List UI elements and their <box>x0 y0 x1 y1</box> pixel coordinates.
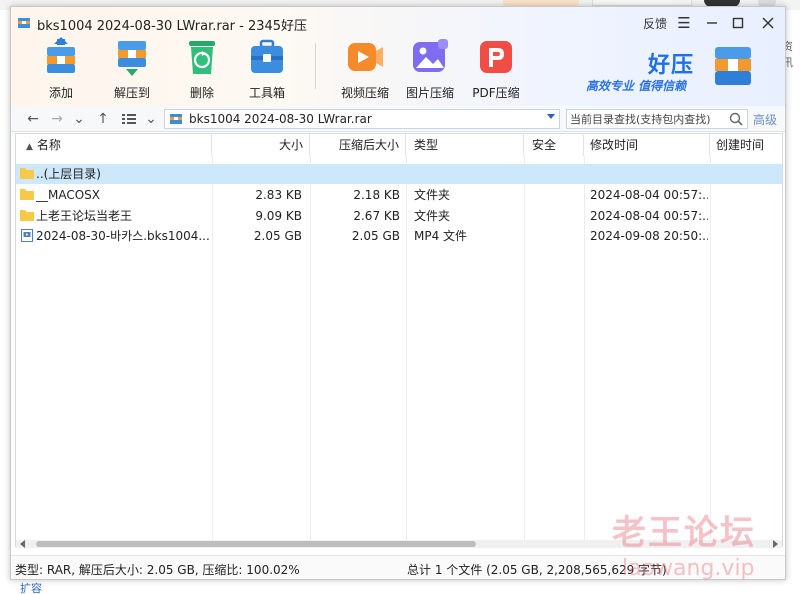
video-compress-button[interactable]: 视频压缩 <box>336 37 394 101</box>
archive-app-icon <box>18 18 30 28</box>
brand-slogan: 高效专业 值得信赖 <box>586 79 687 93</box>
column-header-security[interactable]: 安全 <box>524 134 584 156</box>
column-header-packed[interactable]: 压缩后大小 <box>310 134 406 156</box>
toolbar-label: 解压到 <box>113 86 150 100</box>
sort-up-icon: ▲ <box>26 142 33 152</box>
delete-button[interactable]: 删除 <box>173 37 231 101</box>
scrollbar-thumb[interactable] <box>36 541 476 547</box>
video-compress-icon <box>348 43 383 71</box>
add-button[interactable]: 添加 <box>32 37 90 101</box>
window-header: bks1004 2024-08-30 LWrar.rar - 2345好压 反馈… <box>11 7 785 106</box>
view-mode-icon[interactable] <box>119 109 139 129</box>
file-name: 2024-08-30-바카스.bks1004.... <box>36 229 210 243</box>
menu-icon[interactable]: ☰ <box>673 13 695 33</box>
image-compress-button[interactable]: 图片压缩 <box>401 37 459 101</box>
column-label: 名称 <box>36 138 61 152</box>
back-icon[interactable]: ← <box>23 109 43 129</box>
file-size: 9.09 KB <box>255 209 302 223</box>
file-modified: 2024-09-08 20:50:... <box>590 229 708 243</box>
search-icon[interactable] <box>729 112 743 126</box>
toolbar-label: 删除 <box>189 86 214 100</box>
table-row[interactable]: 上老王论坛当老王 9.09 KB 2.67 KB 文件夹 2024-08-04 … <box>16 206 782 226</box>
file-modified: 2024-08-04 00:57:... <box>590 209 708 223</box>
file-size: 2.05 GB <box>253 229 302 243</box>
table-row[interactable]: __MACOSX 2.83 KB 2.18 KB 文件夹 2024-08-04 … <box>16 185 782 205</box>
search-box <box>566 109 748 129</box>
folder-icon <box>20 210 34 221</box>
file-type: 文件夹 <box>414 209 451 223</box>
maximize-button[interactable] <box>727 13 749 33</box>
file-name: 上老王论坛当老王 <box>36 209 133 223</box>
toolbox-button[interactable]: 工具箱 <box>238 37 296 101</box>
address-path: bks1004 2024-08-30 LWrar.rar <box>189 112 372 126</box>
archive-window: bks1004 2024-08-30 LWrar.rar - 2345好压 反馈… <box>10 6 786 580</box>
brand-logo-icon <box>715 47 751 85</box>
folder-icon <box>20 168 34 179</box>
toolbox-icon <box>251 39 283 73</box>
image-compress-icon <box>413 39 448 72</box>
archive-info: 类型: RAR, 解压后大小: 2.05 GB, 压缩比: 100.02% <box>15 563 300 577</box>
feedback-link[interactable]: 反馈 <box>643 15 667 32</box>
toolbar-label: PDF压缩 <box>472 86 520 100</box>
search-input[interactable] <box>567 110 727 128</box>
brand-name: 好压 <box>648 53 695 78</box>
column-header-type[interactable]: 类型 <box>406 134 524 156</box>
folder-icon <box>20 189 34 200</box>
add-archive-icon <box>47 37 75 73</box>
toolbar-separator <box>315 43 316 89</box>
scroll-right-icon[interactable] <box>773 540 778 548</box>
toolbar-label: 添加 <box>48 86 73 100</box>
navigation-bar: ← → ⌄ ↑ ⌄ bks1004 2024-08-30 LWrar.rar 高… <box>11 106 785 132</box>
column-header-size[interactable]: 大小 <box>212 134 310 156</box>
archive-file-icon <box>170 114 182 124</box>
file-type: 文件夹 <box>414 188 451 202</box>
watermark-url: laowang.vip <box>622 556 755 581</box>
watermark: 老王论坛 <box>612 513 756 553</box>
column-header-modified[interactable]: 修改时间 <box>584 134 710 156</box>
file-list: ▲ 名称 大小 压缩后大小 类型 安全 修改时间 创建时间 ..(上层目录) __… <box>15 133 783 548</box>
table-header: ▲ 名称 大小 压缩后大小 类型 安全 修改时间 创建时间 <box>16 134 782 156</box>
column-header-created[interactable]: 创建时间 <box>710 134 782 156</box>
table-row[interactable]: 2024-08-30-바카스.bks1004.... 2.05 GB 2.05 … <box>16 226 782 246</box>
file-packed-size: 2.67 KB <box>353 209 400 223</box>
recycle-delete-icon <box>189 41 215 74</box>
forward-icon[interactable]: → <box>47 109 67 129</box>
toolbar-label: 工具箱 <box>248 86 285 100</box>
advanced-search-link[interactable]: 高级 <box>753 111 777 128</box>
extract-icon <box>118 41 146 76</box>
chevron-down-icon[interactable]: ⌄ <box>69 109 89 129</box>
file-type: MP4 文件 <box>414 229 468 243</box>
address-bar[interactable]: bks1004 2024-08-30 LWrar.rar <box>164 109 560 129</box>
toolbar-label: 视频压缩 <box>340 86 389 100</box>
file-packed-size: 2.05 GB <box>351 229 400 243</box>
view-dropdown-icon[interactable]: ⌄ <box>141 109 161 129</box>
file-packed-size: 2.18 KB <box>353 188 400 202</box>
column-header-name[interactable]: ▲ 名称 <box>16 134 212 156</box>
window-title: bks1004 2024-08-30 LWrar.rar - 2345好压 <box>37 19 308 34</box>
pdf-compress-button[interactable]: PDF压缩 <box>467 37 525 101</box>
file-name: ..(上层目录) <box>36 167 101 181</box>
up-level-icon[interactable]: ↑ <box>93 109 113 129</box>
brand-banner: 好压 高效专业 值得信赖 <box>581 47 781 97</box>
address-dropdown-icon[interactable] <box>547 114 555 119</box>
pdf-compress-icon <box>480 41 512 73</box>
file-name: __MACOSX <box>36 188 101 202</box>
toolbar-label: 图片压缩 <box>405 86 454 100</box>
file-size: 2.83 KB <box>255 188 302 202</box>
background-link[interactable]: 扩容 <box>20 580 42 594</box>
table-row[interactable]: ..(上层目录) <box>16 164 782 184</box>
file-modified: 2024-08-04 00:57:... <box>590 188 708 202</box>
minimize-button[interactable] <box>701 13 723 33</box>
video-file-icon <box>21 229 33 242</box>
scroll-left-icon[interactable] <box>20 540 25 548</box>
extract-button[interactable]: 解压到 <box>103 37 161 101</box>
close-button[interactable] <box>757 13 779 33</box>
